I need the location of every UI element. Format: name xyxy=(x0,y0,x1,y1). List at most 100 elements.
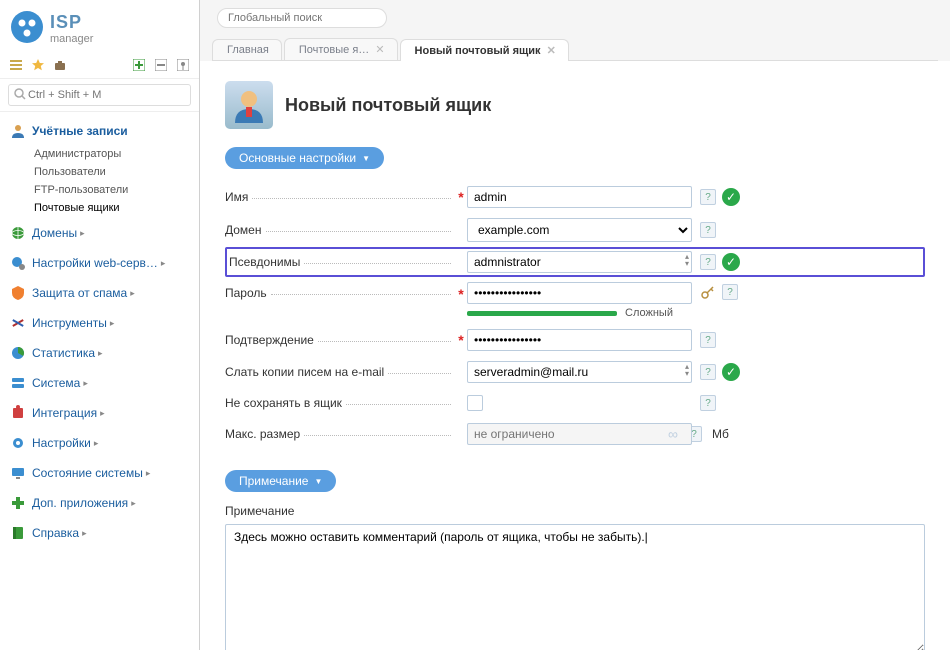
sidebar-sub-mailboxes[interactable]: Почтовые ящики xyxy=(30,199,199,217)
close-icon[interactable]: ✕ xyxy=(375,43,384,56)
chevron-down-icon: ▼ xyxy=(314,477,322,486)
toolbar-list-icon[interactable] xyxy=(8,57,24,73)
confirm-input[interactable] xyxy=(467,329,692,351)
nosave-checkbox[interactable] xyxy=(467,395,483,411)
sidebar-search-input[interactable] xyxy=(26,87,185,103)
maxsize-input[interactable] xyxy=(467,423,692,445)
chevron-right-icon: ▸ xyxy=(161,258,166,269)
password-strength-bar xyxy=(467,311,617,316)
help-icon[interactable]: ? xyxy=(722,284,738,300)
help-icon[interactable]: ? xyxy=(700,222,716,238)
sidebar-item-sysstate[interactable]: Состояние системы▸ xyxy=(0,459,199,487)
close-icon[interactable]: ✕ xyxy=(547,44,556,57)
pin-icon[interactable] xyxy=(175,57,191,73)
aliases-input[interactable] xyxy=(467,251,692,273)
form-main: Имя * ? ✓ Домен example.com ? Псевдонимы xyxy=(225,181,925,450)
key-icon[interactable] xyxy=(700,284,716,300)
user-icon xyxy=(10,123,26,139)
book-icon xyxy=(10,525,26,541)
note-label: Примечание xyxy=(225,504,925,518)
logo: ISP manager xyxy=(10,10,189,47)
sidebar-item-help[interactable]: Справка▸ xyxy=(0,519,199,547)
section-note[interactable]: Примечание ▼ xyxy=(225,470,336,492)
sidebar-item-addons[interactable]: Доп. приложения▸ xyxy=(0,489,199,517)
star-icon[interactable] xyxy=(30,57,46,73)
sidebar-search[interactable] xyxy=(8,84,191,106)
row-confirm: Подтверждение * ? xyxy=(225,324,925,356)
content: Новый почтовый ящик Основные настройки ▼… xyxy=(200,61,950,650)
brand-manager: manager xyxy=(50,33,93,45)
monitor-icon xyxy=(10,465,26,481)
sidebar-item-antispam[interactable]: Защита от спама▸ xyxy=(0,279,199,307)
chevron-right-icon: ▸ xyxy=(98,348,103,359)
tools-icon xyxy=(10,315,26,331)
tab-new-mailbox[interactable]: Новый почтовый ящик✕ xyxy=(400,39,569,61)
sidebar-item-domains[interactable]: Домены▸ xyxy=(0,219,199,247)
globe-icon xyxy=(10,225,26,241)
globe-gear-icon xyxy=(10,255,26,271)
logo-icon xyxy=(10,10,44,47)
row-copies: Слать копии писем на e-mail ▴▾ ? ✓ xyxy=(225,356,925,388)
help-icon[interactable]: ? xyxy=(700,364,716,380)
chevron-right-icon: ▸ xyxy=(131,498,136,509)
nav: Учётные записи Администраторы Пользовате… xyxy=(0,112,199,650)
row-aliases-highlighted: Псевдонимы ▴▾ ? ✓ xyxy=(225,247,925,277)
unit-label: Мб xyxy=(712,427,729,441)
server-icon xyxy=(10,375,26,391)
plus-icon[interactable] xyxy=(131,57,147,73)
sidebar-item-tools[interactable]: Инструменты▸ xyxy=(0,309,199,337)
page-header: Новый почтовый ящик xyxy=(225,81,925,129)
sidebar-item-integration[interactable]: Интеграция▸ xyxy=(0,399,199,427)
name-input[interactable] xyxy=(467,186,692,208)
global-search-input[interactable] xyxy=(217,8,387,28)
sidebar-item-system[interactable]: Система▸ xyxy=(0,369,199,397)
row-domain: Домен example.com ? xyxy=(225,213,925,247)
tabs: Главная Почтовые я…✕ Новый почтовый ящик… xyxy=(212,38,938,61)
minus-icon[interactable] xyxy=(153,57,169,73)
help-icon[interactable]: ? xyxy=(700,395,716,411)
row-password: Пароль * Сложный ? xyxy=(225,277,925,324)
help-icon[interactable]: ? xyxy=(700,332,716,348)
sidebar-item-websettings[interactable]: Настройки web-серв…▸ xyxy=(0,249,199,277)
chevron-right-icon: ▸ xyxy=(82,528,87,539)
row-maxsize: Макс. размер ∞ ? Мб xyxy=(225,418,925,450)
password-strength: Сложный xyxy=(467,307,692,319)
spinner-icon[interactable]: ▴▾ xyxy=(685,363,689,377)
puzzle-icon xyxy=(10,405,26,421)
row-name: Имя * ? ✓ xyxy=(225,181,925,213)
sidebar-sub-admins[interactable]: Администраторы xyxy=(30,145,199,163)
sidebar-sub-ftp[interactable]: FTP-пользователи xyxy=(30,181,199,199)
topbar: Главная Почтовые я…✕ Новый почтовый ящик… xyxy=(200,0,950,61)
chart-icon xyxy=(10,345,26,361)
shield-icon xyxy=(10,285,26,301)
plus-app-icon xyxy=(10,495,26,511)
gear-icon xyxy=(10,435,26,451)
chevron-right-icon: ▸ xyxy=(94,438,99,449)
page-title: Новый почтовый ящик xyxy=(285,95,491,116)
sidebar-sub-users[interactable]: Пользователи xyxy=(30,163,199,181)
tab-mailboxes[interactable]: Почтовые я…✕ xyxy=(284,38,398,60)
sidebar-item-accounts[interactable]: Учётные записи xyxy=(0,117,199,145)
tab-home[interactable]: Главная xyxy=(212,39,282,60)
domain-select[interactable]: example.com xyxy=(467,218,692,242)
sidebar-toolbar xyxy=(0,52,199,79)
check-ok-icon: ✓ xyxy=(722,363,740,381)
brand-isp: ISP xyxy=(50,12,93,33)
password-input[interactable] xyxy=(467,282,692,304)
chevron-right-icon: ▸ xyxy=(83,378,88,389)
help-icon[interactable]: ? xyxy=(700,254,716,270)
chevron-right-icon: ▸ xyxy=(110,318,115,329)
section-main-settings[interactable]: Основные настройки ▼ xyxy=(225,147,384,169)
chevron-right-icon: ▸ xyxy=(146,468,151,479)
copies-input[interactable] xyxy=(467,361,692,383)
sidebar-item-settings[interactable]: Настройки▸ xyxy=(0,429,199,457)
note-textarea[interactable] xyxy=(225,524,925,650)
briefcase-icon[interactable] xyxy=(52,57,68,73)
help-icon[interactable]: ? xyxy=(700,189,716,205)
chevron-right-icon: ▸ xyxy=(130,288,135,299)
spinner-icon[interactable]: ▴▾ xyxy=(685,253,689,267)
sidebar-item-stats[interactable]: Статистика▸ xyxy=(0,339,199,367)
chevron-down-icon: ▼ xyxy=(362,154,370,163)
chevron-right-icon: ▸ xyxy=(100,408,105,419)
note-area: Примечание xyxy=(225,504,925,650)
